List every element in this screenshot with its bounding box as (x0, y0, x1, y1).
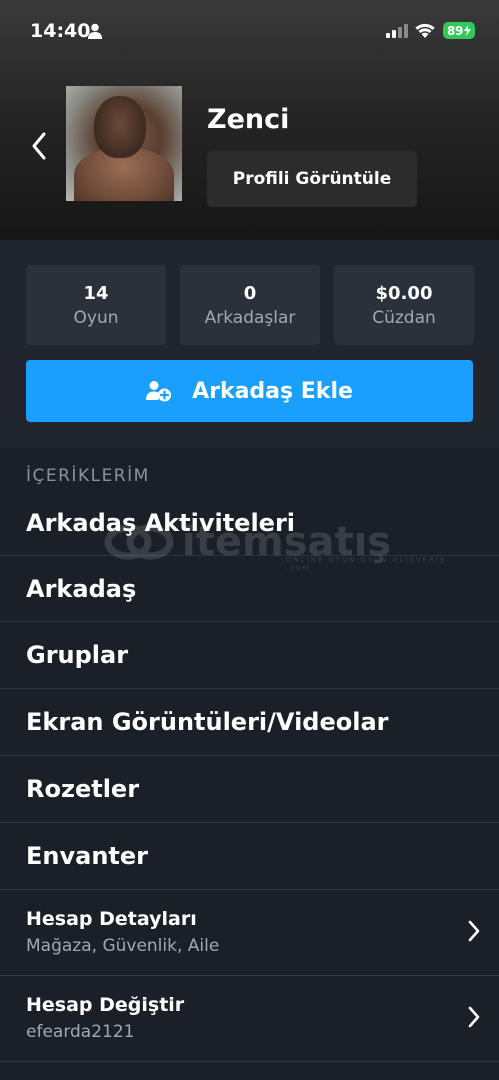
wifi-icon (415, 23, 435, 38)
switch-account-subtitle: efearda2121 (26, 1022, 135, 1042)
stat-friends-value: 0 (243, 283, 257, 304)
menu-item-badges[interactable]: Rozetler (0, 756, 499, 823)
stat-wallet[interactable]: $0.00 Cüzdan (334, 265, 474, 345)
back-button[interactable] (22, 126, 56, 166)
avatar-head-shape (94, 96, 146, 158)
stat-games-label: Oyun (73, 308, 119, 328)
add-friend-label: Arkadaş Ekle (192, 378, 353, 404)
profile-header: 14:40 89 Zenci Profili Görüntüle (0, 0, 499, 240)
menu-item-screenshots-videos[interactable]: Ekran Görüntüleri/Videolar (0, 689, 499, 756)
avatar[interactable] (66, 86, 182, 201)
stat-wallet-label: Cüzdan (372, 308, 436, 328)
stat-games[interactable]: 14 Oyun (26, 265, 166, 345)
person-icon (88, 23, 102, 39)
battery-indicator: 89 (443, 22, 475, 39)
add-friend-icon (146, 381, 172, 402)
menu-item-groups[interactable]: Gruplar (0, 622, 499, 689)
menu-item-friend-activity[interactable]: Arkadaş Aktiviteleri (0, 490, 499, 556)
battery-level: 89 (446, 23, 464, 38)
account-details-title: Hesap Detayları (26, 908, 197, 930)
charging-bolt-icon (464, 25, 472, 36)
view-profile-button[interactable]: Profili Görüntüle (207, 151, 417, 207)
account-details-subtitle: Mağaza, Güvenlik, Aile (26, 936, 220, 956)
menu-item-label: Rozetler (26, 775, 140, 803)
account-details-item[interactable]: Hesap Detayları Mağaza, Güvenlik, Aile (0, 890, 499, 976)
menu-item-label: Ekran Görüntüleri/Videolar (26, 708, 389, 736)
menu-item-label: Arkadaş (26, 574, 137, 603)
section-title-my-content: İÇERİKLERİM (26, 466, 150, 486)
stat-games-value: 14 (83, 283, 109, 304)
chevron-right-icon (468, 920, 480, 942)
switch-account-item[interactable]: Hesap Değiştir efearda2121 (0, 976, 499, 1062)
menu-item-label: Arkadaş Aktiviteleri (26, 508, 296, 537)
stat-friends-label: Arkadaşlar (204, 308, 296, 328)
stat-friends[interactable]: 0 Arkadaşlar (180, 265, 320, 345)
menu-item-label: Gruplar (26, 641, 129, 669)
switch-account-title: Hesap Değiştir (26, 994, 185, 1016)
add-friend-button[interactable]: Arkadaş Ekle (26, 360, 473, 422)
chevron-right-icon (468, 1006, 480, 1028)
menu-item-label: Envanter (26, 842, 148, 870)
chevron-left-icon (32, 132, 46, 160)
status-bar: 14:40 89 (0, 0, 499, 62)
status-time: 14:40 (30, 20, 91, 42)
profile-username: Zenci (207, 104, 290, 135)
cellular-signal-icon (386, 24, 408, 38)
menu-item-inventory[interactable]: Envanter (0, 823, 499, 890)
menu-item-friends[interactable]: Arkadaş (0, 556, 499, 622)
stat-wallet-value: $0.00 (375, 283, 433, 304)
